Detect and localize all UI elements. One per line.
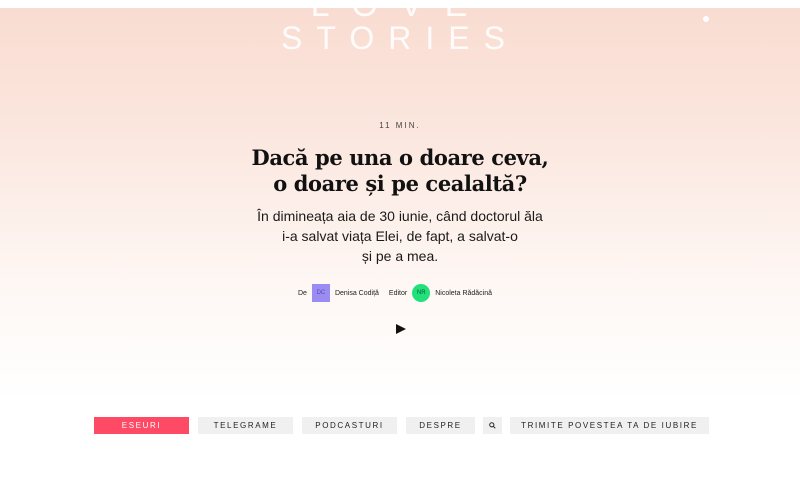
- author-name[interactable]: Denisa Codiță: [335, 290, 379, 297]
- nav-despre[interactable]: DESPRE: [406, 417, 475, 434]
- menu-dot-icon[interactable]: [703, 16, 709, 22]
- article-title[interactable]: Dacă pe una o doare ceva, o doare și pe …: [200, 145, 600, 197]
- top-strip: [0, 0, 800, 8]
- search-button[interactable]: [483, 417, 502, 434]
- article-credits: De DC Denisa Codiță Editor NR Nicoleta R…: [0, 283, 800, 303]
- lead-line: În dimineața aia de 30 iunie, când docto…: [257, 208, 543, 224]
- article-lead: În dimineața aia de 30 iunie, când docto…: [220, 206, 580, 266]
- site-logo[interactable]: LOVE STORIES: [0, 8, 800, 68]
- nav-eseuri[interactable]: ESEURI: [94, 417, 189, 434]
- editor-name[interactable]: Nicoleta Rădăcină: [435, 290, 492, 297]
- editor-label: Editor: [388, 289, 408, 297]
- main-nav: ESEURI TELEGRAME PODCASTURI DESPRE TRIMI…: [0, 417, 800, 434]
- editor-avatar[interactable]: NR: [412, 284, 431, 302]
- logo-bottom-text: STORIES: [281, 20, 519, 56]
- title-line: Dacă pe una o doare ceva,: [251, 145, 549, 170]
- title-line: o doare și pe cealaltă?: [273, 171, 527, 196]
- read-time: 11 MIN.: [379, 121, 421, 130]
- hero-section: LOVE STORIES: [0, 8, 800, 400]
- nav-podcasturi[interactable]: PODCASTURI: [302, 417, 397, 434]
- nav-telegrame[interactable]: TELEGRAME: [198, 417, 293, 434]
- lead-line: i-a salvat viața Elei, de fapt, a salvat…: [282, 228, 518, 244]
- author-label: De: [297, 289, 307, 297]
- search-icon: [489, 422, 496, 429]
- submit-story-button[interactable]: TRIMITE POVESTEA TA DE IUBIRE: [510, 417, 709, 434]
- lead-line: și pe a mea.: [361, 248, 439, 264]
- author-avatar[interactable]: DC: [311, 284, 330, 302]
- play-icon[interactable]: [396, 324, 406, 334]
